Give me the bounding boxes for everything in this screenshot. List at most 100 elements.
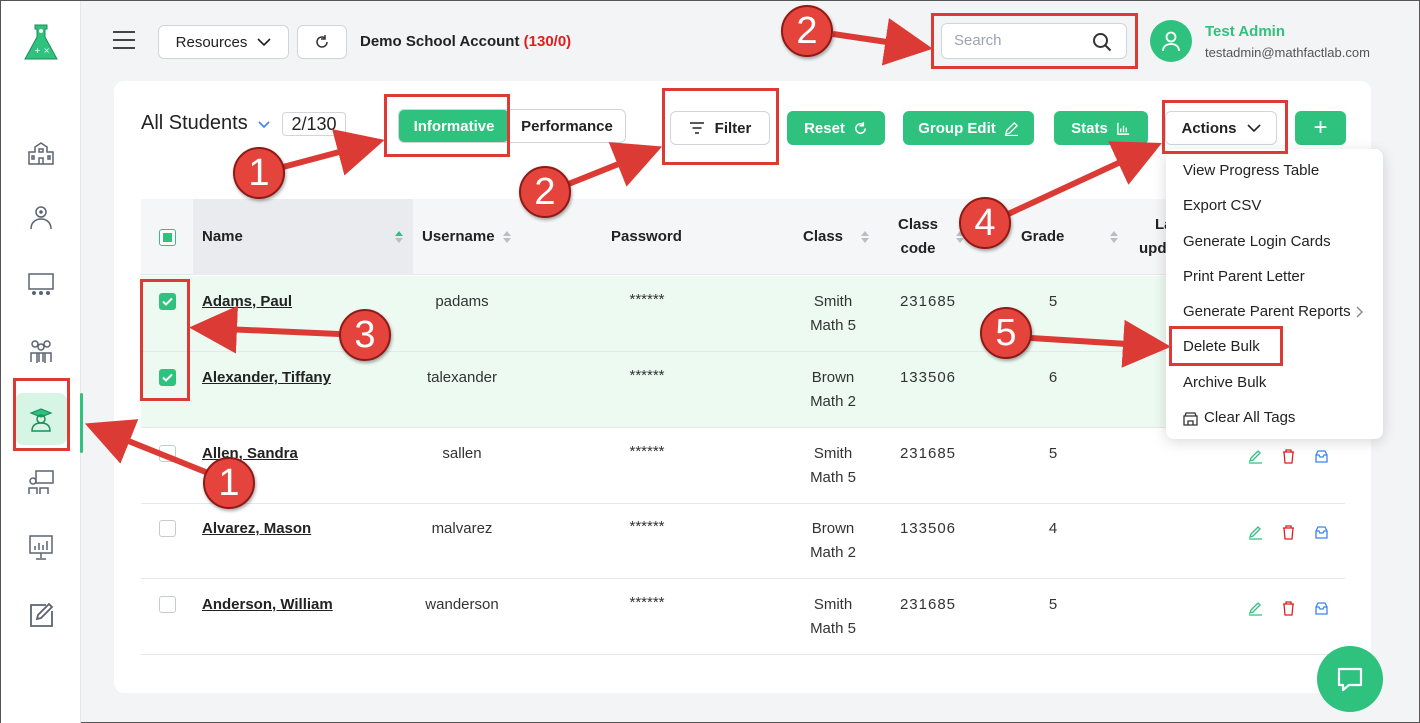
class-subject: Math 2 [810,544,856,561]
column-header-class-code[interactable]: Class code [898,213,938,261]
edit-icon[interactable] [1248,601,1263,616]
stats-button[interactable]: Stats [1054,111,1148,145]
archive-icon[interactable] [1314,601,1329,616]
delete-icon[interactable] [1281,525,1296,540]
class-teacher: Smith [813,293,853,310]
column-header-class[interactable]: Class [803,225,843,249]
sort-icon[interactable] [861,230,869,244]
column-header-grade[interactable]: Grade [1021,225,1064,249]
annotation-step-badge: 5 [980,307,1032,359]
chat-bubble-icon [1337,667,1363,692]
menu-item-print-parent-letter[interactable]: Print Parent Letter [1183,265,1373,289]
grade-cell: 6 [1048,369,1058,386]
annotation-box-informative [384,94,510,157]
sidebar-item-schools[interactable] [15,127,67,179]
edit-icon[interactable] [1248,449,1263,464]
user-avatar[interactable] [1150,20,1192,62]
table-row[interactable] [141,352,1345,428]
column-header-password: Password [611,228,682,245]
select-all-checkbox[interactable] [159,229,176,246]
add-student-button[interactable]: + [1295,111,1346,145]
class-code-cell: 231685 [899,293,957,310]
row-checkbox[interactable] [159,596,176,613]
refresh-button[interactable] [297,25,347,59]
refresh-icon [855,121,866,134]
performance-view-button[interactable]: Performance [509,110,625,142]
hamburger-menu-icon[interactable] [113,31,135,51]
student-list-title[interactable]: All Students [141,112,248,135]
username-cell: sallen [442,445,482,462]
menu-item-generate-login-cards[interactable]: Generate Login Cards [1183,230,1373,254]
flask-logo-icon[interactable]: + × [23,23,59,63]
column-header-username[interactable]: Username [422,225,495,249]
delete-icon[interactable] [1281,449,1296,464]
annotation-step-badge: 2 [781,5,833,57]
delete-icon[interactable] [1281,601,1296,616]
password-cell: ****** [629,291,665,308]
table-row[interactable] [141,503,1345,579]
archive-icon[interactable] [1314,525,1329,540]
sidebar-item-admins[interactable] [15,191,67,243]
class-teacher: Smith [813,445,853,462]
presentation-chart-icon [29,535,53,560]
archive-icon[interactable] [1314,449,1329,464]
user-gear-icon [30,206,52,230]
menu-item-generate-parent-reports[interactable]: Generate Parent Reports [1183,300,1373,324]
password-cell: ****** [629,367,665,384]
row-actions [1248,601,1329,616]
class-code-line-1: Class [898,216,939,233]
group-edit-label: Group Edit [918,119,996,137]
annotation-box-search [931,13,1138,69]
sort-icon[interactable] [1110,230,1118,244]
menu-item-clear-all-tags[interactable]: Clear All Tags [1183,406,1373,430]
reset-button[interactable]: Reset [787,111,885,145]
student-name-link[interactable]: Alvarez, Mason [202,517,311,541]
row-checkbox[interactable] [159,520,176,537]
annotation-step-badge: 4 [959,197,1011,249]
sidebar-item-teachers[interactable] [15,325,67,377]
school-name-text: Demo School Account [360,33,520,50]
user-email: testadmin@mathfactlab.com [1205,45,1370,60]
sort-icon[interactable] [395,230,403,244]
user-name[interactable]: Test Admin [1205,23,1285,40]
row-checkbox[interactable] [159,445,176,462]
class-code-cell: 133506 [899,369,957,386]
student-name-link[interactable]: Adams, Paul [202,290,292,314]
class-subject: Math 2 [810,393,856,410]
chevron-down-icon[interactable] [257,118,271,132]
reset-label: Reset [804,119,845,137]
sidebar-item-classrooms[interactable] [15,259,67,311]
username-cell: padams [435,293,489,310]
menu-item-view-progress-table[interactable]: View Progress Table [1183,159,1373,183]
school-account-name: Demo School Account (130/0) [360,33,571,50]
student-count-badge: 2/130 [282,112,346,136]
sidebar-item-assignments[interactable] [15,457,67,509]
class-code-cell: 231685 [899,445,957,462]
class-code-line-2: code [900,240,936,257]
sidebar-item-edit[interactable] [15,589,67,641]
class-cell: Brown Math 2 [793,366,873,414]
chat-support-button[interactable] [1317,646,1383,712]
resources-dropdown[interactable]: Resources [158,25,289,59]
tag-store-icon [1183,411,1198,426]
column-header-name[interactable]: Name [202,225,243,249]
password-cell: ****** [629,594,665,611]
table-row[interactable] [141,579,1345,655]
menu-item-archive-bulk[interactable]: Archive Bulk [1183,371,1373,395]
menu-item-export-csv[interactable]: Export CSV [1183,194,1373,218]
grade-cell: 5 [1048,293,1058,310]
student-name-link[interactable]: Anderson, William [202,593,333,617]
table-row[interactable] [141,276,1345,352]
school-building-icon [28,142,54,165]
group-edit-button[interactable]: Group Edit [903,111,1034,145]
annotation-box-delete-bulk [1169,326,1283,366]
student-name-link[interactable]: Alexander, Tiffany [202,366,331,390]
active-sidebar-indicator [80,393,83,453]
class-cell: Brown Math 2 [793,517,873,565]
table-row[interactable] [141,428,1345,504]
edit-icon[interactable] [1248,525,1263,540]
sort-icon[interactable] [503,230,511,244]
annotation-box-checkboxes [140,279,190,401]
annotation-step-badge: 3 [339,309,391,361]
sidebar-item-reports[interactable] [15,521,67,573]
